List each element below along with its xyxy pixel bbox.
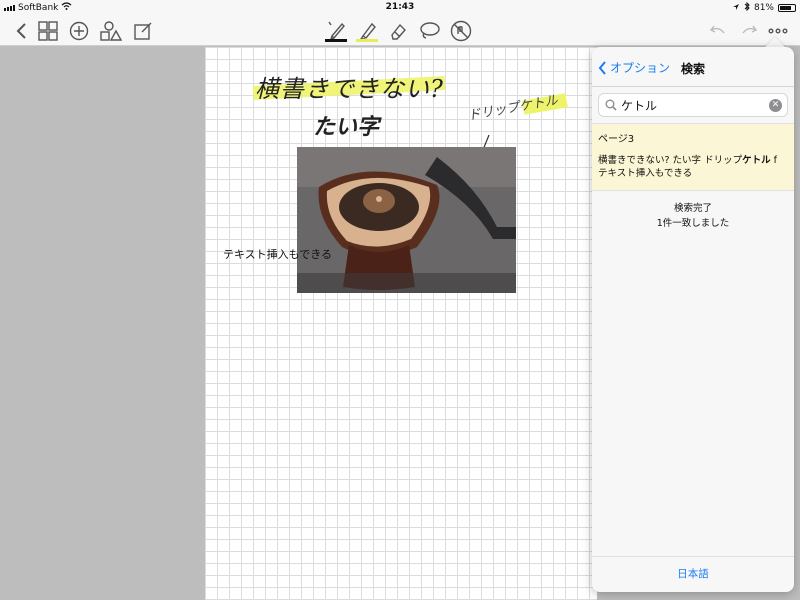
edit-icon[interactable] [131,19,155,43]
grid-icon[interactable] [36,19,60,43]
status-bar: SoftBank 21:43 81% [0,0,800,16]
pen-tool-icon[interactable] [324,19,348,43]
search-result-item[interactable]: ページ3 横書きできない? たい字 ドリップケトル f テキスト挿入もできる [592,123,794,191]
highlighter-color-underline [356,39,378,42]
redo-icon[interactable] [737,19,761,43]
handwriting-futoi: たい字 [313,114,380,140]
battery-icon [778,4,796,12]
search-status-line1: 検索完了 [673,203,712,214]
highlighter-tool-icon[interactable] [355,19,379,43]
coffee-dripper-photo[interactable] [297,147,516,293]
toolbar [0,16,800,46]
search-row: ✕ [592,87,794,123]
search-input[interactable] [621,98,761,112]
result-snippet-line1: 横書きできない? たい字 ドリップケトル f [598,155,777,166]
bluetooth-icon [744,1,750,14]
add-circle-icon[interactable] [67,19,91,43]
note-page[interactable]: 横書きできない? たい字 ドリップケトル テキスト挿入もできる [205,47,597,600]
result-match: ケトル [742,155,771,166]
popover-nav-bar: オプション 検索 [592,47,794,87]
lasso-tool-icon[interactable] [417,19,441,43]
canvas-margin [0,47,205,600]
clock: 21:43 [385,2,415,12]
location-icon [732,3,740,14]
search-status-line2: 1件一致しました [656,218,730,229]
search-icon [605,99,617,111]
result-snippet-line2: テキスト挿入もできる [598,168,693,179]
battery-percent: 81% [753,3,774,13]
search-status: 検索完了 1件一致しました [592,201,794,231]
pen-color-underline [325,39,347,42]
no-touch-tool-icon[interactable] [449,19,473,43]
inserted-text[interactable]: テキスト挿入もできる [223,246,332,262]
shapes-icon[interactable] [99,19,123,43]
back-chevron-icon[interactable] [10,19,34,43]
search-field[interactable]: ✕ [598,93,788,117]
clear-search-icon[interactable]: ✕ [769,99,782,112]
language-button[interactable]: 日本語 [592,556,794,592]
search-popover: オプション 検索 ✕ ページ3 横書きできない? たい字 ドリップケトル f テ… [592,47,794,592]
undo-icon[interactable] [706,19,730,43]
result-page-label: ページ3 [598,134,635,145]
eraser-tool-icon[interactable] [386,19,410,43]
handwriting-drip: ドリップケトル [466,93,559,124]
popover-title: 検索 [680,62,705,76]
handwriting-title: 横書きできない? [255,75,444,103]
